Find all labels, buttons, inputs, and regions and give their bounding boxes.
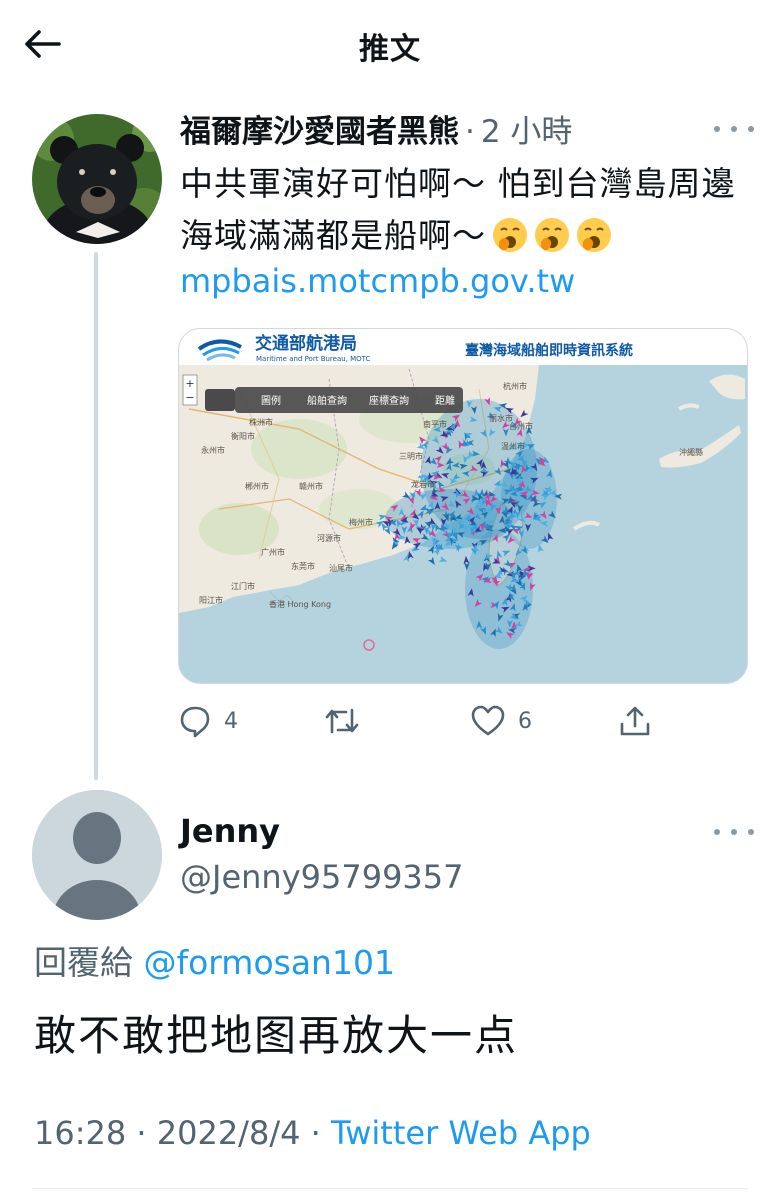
yawning-face-icon bbox=[535, 218, 569, 252]
more-options-button[interactable] bbox=[714, 119, 754, 139]
zoom-out-button: − bbox=[185, 391, 194, 404]
city-label: 三明市 bbox=[399, 451, 423, 461]
tweet-link[interactable]: mpbais.motcmpb.gov.tw bbox=[180, 262, 575, 300]
city-label: 赣州市 bbox=[299, 481, 323, 491]
ship-map-image: 交通部航港局 Maritime and Port Bureau, MOTC 臺灣… bbox=[179, 329, 747, 683]
author-handle[interactable]: @Jenny95799357 bbox=[180, 858, 464, 896]
city-label: 永州市 bbox=[201, 445, 225, 455]
black-bear-photo bbox=[32, 114, 162, 244]
toolbar-legend: 圖例 bbox=[261, 394, 281, 407]
like-button[interactable]: 6 bbox=[470, 698, 532, 744]
reply-count: 4 bbox=[224, 708, 238, 734]
retweet-icon bbox=[325, 708, 359, 734]
city-label: 广州市 bbox=[261, 547, 285, 557]
link-preview-card[interactable]: 交通部航港局 Maritime and Port Bureau, MOTC 臺灣… bbox=[178, 328, 748, 684]
city-label: 阳江市 bbox=[199, 595, 223, 605]
default-profile-icon bbox=[32, 790, 162, 920]
yawning-face-icon bbox=[577, 218, 611, 252]
default-avatar[interactable] bbox=[32, 790, 162, 920]
tweet-text: 敢不敢把地图再放大一点 bbox=[34, 1011, 519, 1060]
city-label: 龙岩市 bbox=[411, 479, 435, 489]
tweet-metadata: 16:28 · 2022/8/4 · Twitter Web App bbox=[34, 1114, 591, 1152]
city-label: 温州市 bbox=[501, 441, 525, 451]
heart-icon bbox=[471, 705, 505, 736]
city-label: 株洲市 bbox=[249, 417, 273, 427]
thread-connector bbox=[94, 252, 98, 780]
more-options-button[interactable] bbox=[714, 822, 754, 842]
toolbar-handle-icon bbox=[205, 389, 235, 411]
like-count: 6 bbox=[518, 708, 532, 734]
zoom-in-button: + bbox=[185, 377, 194, 390]
toolbar-coord-search: 座標查詢 bbox=[369, 394, 409, 407]
timestamp[interactable]: 16:28 · 2022/8/4 · bbox=[34, 1114, 331, 1152]
tweet-actions: 4 6 bbox=[178, 698, 658, 744]
toolbar-distance: 距離 bbox=[435, 394, 455, 407]
share-icon bbox=[620, 706, 650, 736]
mention-link[interactable]: @formosan101 bbox=[144, 943, 395, 982]
retweet-button[interactable] bbox=[324, 698, 360, 744]
bureau-en: Maritime and Port Bureau, MOTC bbox=[256, 355, 371, 363]
city-label: 东莞市 bbox=[291, 561, 315, 571]
reply-context: 回覆給 @formosan101 bbox=[34, 936, 395, 984]
city-label: 河源市 bbox=[317, 533, 341, 543]
city-label: 沖繩縣 bbox=[679, 447, 703, 457]
city-label: 香港 Hong Kong bbox=[269, 599, 331, 609]
author-name[interactable]: 福爾摩沙愛國者黑熊 bbox=[180, 106, 459, 151]
tweet-body: 中共軍演好可怕啊～ 怕到台灣島周邊海域滿滿都是船啊～ bbox=[180, 164, 736, 255]
page-title: 推文 bbox=[359, 32, 421, 67]
yawning-face-icon bbox=[493, 218, 527, 252]
reply-icon bbox=[180, 706, 210, 738]
divider bbox=[32, 1188, 748, 1189]
system-title: 臺灣海域船舶即時資訊系統 bbox=[465, 342, 633, 359]
top-bar: 推文 bbox=[0, 0, 780, 90]
share-button[interactable] bbox=[618, 698, 652, 744]
city-label: 台州市 bbox=[509, 421, 533, 431]
tweet-text: 中共軍演好可怕啊～ 怕到台灣島周邊海域滿滿都是船啊～ bbox=[180, 158, 750, 262]
source-app-link[interactable]: Twitter Web App bbox=[331, 1114, 591, 1152]
author-avatar[interactable] bbox=[32, 114, 162, 244]
city-label: 衡阳市 bbox=[231, 431, 255, 441]
reply-prefix: 回覆給 bbox=[34, 943, 133, 982]
city-label: 郴州市 bbox=[245, 481, 269, 491]
city-label: 南平市 bbox=[423, 419, 447, 429]
author-name[interactable]: Jenny bbox=[180, 812, 280, 850]
city-label: 梅州市 bbox=[349, 517, 373, 527]
city-label: 江门市 bbox=[231, 581, 255, 591]
reply-button[interactable]: 4 bbox=[178, 698, 238, 744]
toolbar-ship-search: 船舶查詢 bbox=[307, 394, 347, 407]
separator-dot: · bbox=[465, 114, 475, 150]
bureau-name: 交通部航港局 bbox=[255, 333, 357, 354]
city-label: 杭州市 bbox=[503, 381, 527, 391]
city-label: 汕尾市 bbox=[329, 563, 353, 573]
tweet-time[interactable]: 2 小時 bbox=[481, 106, 573, 151]
tweet-header: 福爾摩沙愛國者黑熊 · 2 小時 bbox=[180, 106, 572, 151]
